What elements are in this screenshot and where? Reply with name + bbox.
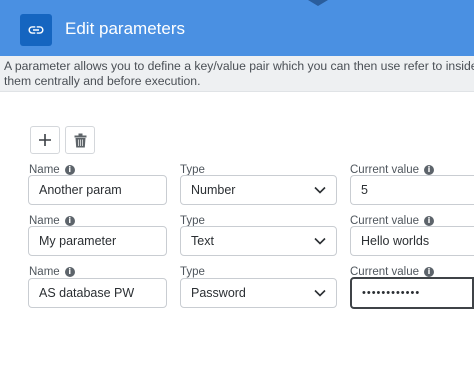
info-icon[interactable]: i [424, 165, 435, 175]
dialog-header: Edit parameters [0, 0, 474, 56]
parameter-name-input[interactable]: My parameter [28, 226, 167, 256]
delete-parameter-button[interactable] [65, 126, 95, 154]
chevron-down-icon [314, 186, 326, 194]
parameter-type-select[interactable]: Number [180, 175, 337, 205]
parameter-type-value: Text [191, 234, 214, 248]
add-parameter-button[interactable] [30, 126, 60, 154]
chevron-down-icon [314, 289, 326, 297]
info-icon[interactable]: i [424, 267, 435, 277]
description-line-1: A parameter allows you to define a key/v… [4, 59, 474, 73]
info-icon[interactable]: i [64, 165, 75, 175]
parameter-type-value: Password [191, 286, 246, 300]
name-label: Name i [29, 266, 75, 278]
parameter-name-input[interactable]: AS database PW [28, 278, 167, 308]
parameter-type-select[interactable]: Password [180, 278, 337, 308]
dialog-title: Edit parameters [65, 19, 185, 38]
info-icon[interactable]: i [424, 216, 435, 226]
parameter-value-input[interactable]: 5 [350, 175, 474, 205]
parameter-name-input[interactable]: Another param [28, 175, 167, 205]
info-icon[interactable]: i [64, 267, 75, 277]
chevron-down-icon [314, 237, 326, 245]
edit-parameters-dialog: Edit parameters A parameter allows you t… [0, 0, 474, 377]
header-notch-decoration [308, 0, 328, 6]
parameter-type-select[interactable]: Text [180, 226, 337, 256]
dialog-description: A parameter allows you to define a key/v… [0, 56, 474, 92]
description-line-2: them centrally and before execution. [4, 74, 201, 88]
password-value-input[interactable]: •••••••••••• [350, 277, 474, 309]
info-icon[interactable]: i [64, 216, 75, 226]
plus-icon [39, 134, 51, 146]
trash-icon [74, 133, 86, 147]
parameter-value-input[interactable]: Hello worlds [350, 226, 474, 256]
link-icon [20, 14, 52, 46]
parameter-type-value: Number [191, 183, 236, 197]
type-label: Type [180, 266, 205, 278]
